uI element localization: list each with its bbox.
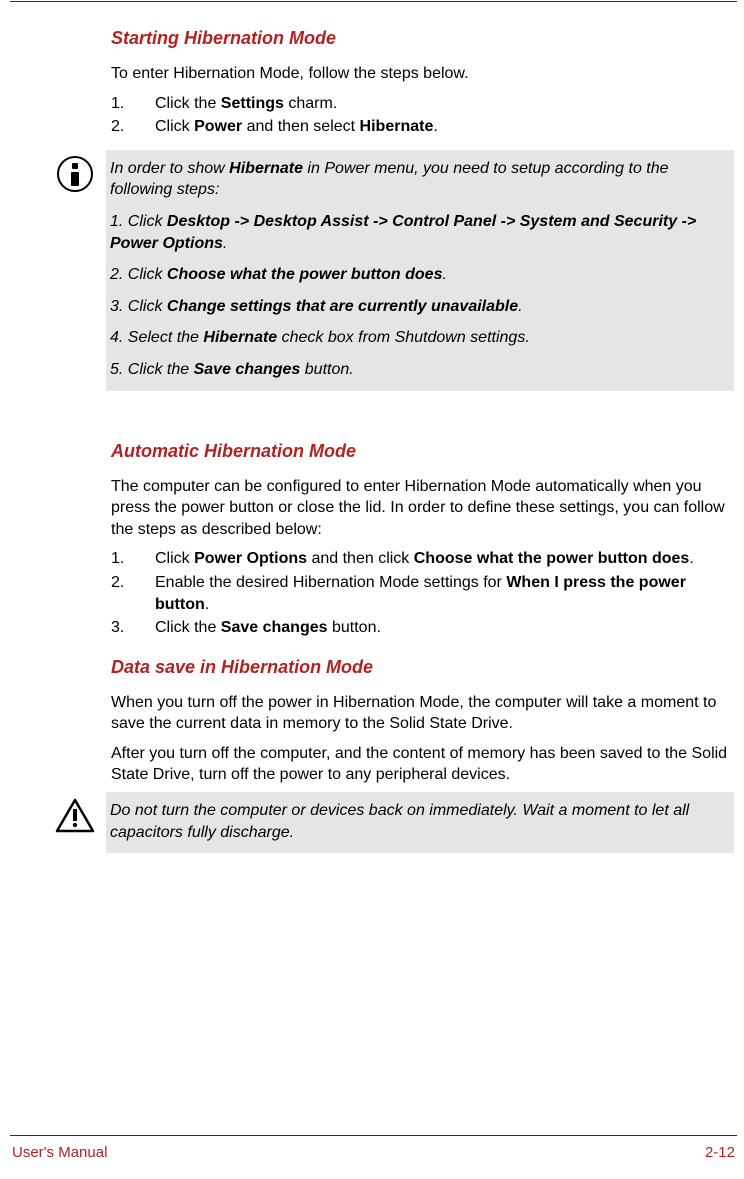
page-content: Starting Hibernation Mode To enter Hiber…	[0, 0, 744, 853]
list-item: 3. Click the Save changes button.	[111, 617, 734, 639]
step-text: Click the Settings charm.	[155, 95, 337, 112]
footer-title: User's Manual	[12, 1144, 107, 1161]
heading-data-save: Data save in Hibernation Mode	[111, 657, 734, 678]
heading-automatic-hibernation: Automatic Hibernation Mode	[111, 441, 734, 462]
note-icon-column	[44, 792, 106, 853]
steps-list-2: 1. Click Power Options and then click Ch…	[111, 548, 734, 638]
note-icon-column	[44, 150, 106, 391]
list-item: 1. Click the Settings charm.	[111, 93, 734, 115]
page-footer: User's Manual 2-12	[10, 1135, 737, 1161]
step-number: 1.	[111, 548, 124, 570]
list-item: 2. Enable the desired Hibernation Mode s…	[111, 572, 734, 615]
paragraph: When you turn off the power in Hibernati…	[111, 692, 734, 735]
note-paragraph: 4. Select the Hibernate check box from S…	[110, 327, 726, 349]
footer-page-number: 2-12	[705, 1144, 735, 1161]
heading-starting-hibernation: Starting Hibernation Mode	[111, 28, 734, 49]
list-item: 2. Click Power and then select Hibernate…	[111, 116, 734, 138]
note-paragraph: In order to show Hibernate in Power menu…	[110, 158, 726, 201]
step-number: 2.	[111, 572, 124, 594]
note-paragraph: Do not turn the computer or devices back…	[110, 800, 726, 843]
intro-text: The computer can be configured to enter …	[111, 476, 734, 541]
step-number: 1.	[111, 93, 124, 115]
section-automatic-hibernation: Automatic Hibernation Mode The computer …	[111, 419, 734, 639]
footer-text-row: User's Manual 2-12	[10, 1144, 737, 1161]
info-note-block: In order to show Hibernate in Power menu…	[44, 150, 734, 391]
steps-list-1: 1. Click the Settings charm. 2. Click Po…	[111, 93, 734, 138]
section-data-save: Data save in Hibernation Mode When you t…	[111, 651, 734, 786]
step-text: Click the Save changes button.	[155, 619, 381, 636]
section-starting-hibernation: Starting Hibernation Mode To enter Hiber…	[111, 28, 734, 138]
note-paragraph: 5. Click the Save changes button.	[110, 359, 726, 381]
footer-rule	[10, 1135, 737, 1136]
note-body: In order to show Hibernate in Power menu…	[106, 150, 734, 391]
caution-note-block: Do not turn the computer or devices back…	[44, 792, 734, 853]
step-number: 2.	[111, 116, 124, 138]
caution-icon	[55, 798, 95, 834]
note-body: Do not turn the computer or devices back…	[106, 792, 734, 853]
step-text: Click Power Options and then click Choos…	[155, 550, 694, 567]
paragraph: After you turn off the computer, and the…	[111, 743, 734, 786]
info-icon	[57, 156, 93, 192]
note-paragraph: 1. Click Desktop -> Desktop Assist -> Co…	[110, 211, 726, 254]
list-item: 1. Click Power Options and then click Ch…	[111, 548, 734, 570]
step-text: Enable the desired Hibernation Mode sett…	[155, 574, 686, 613]
page-top-rule	[10, 1, 737, 2]
step-number: 3.	[111, 617, 124, 639]
note-paragraph: 3. Click Change settings that are curren…	[110, 296, 726, 318]
step-text: Click Power and then select Hibernate.	[155, 118, 438, 135]
intro-text: To enter Hibernation Mode, follow the st…	[111, 63, 734, 85]
note-paragraph: 2. Click Choose what the power button do…	[110, 264, 726, 286]
